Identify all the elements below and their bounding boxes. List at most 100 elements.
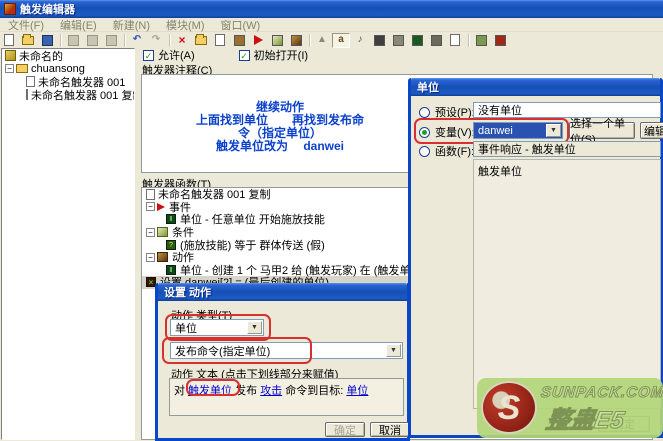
ai-editor-icon (412, 35, 423, 46)
action-text-box: 对 触发单位 发布 攻击 命令到目标: 单位 (169, 378, 404, 416)
function-description-box: 触发单位 (473, 159, 661, 409)
action-dialog-title: 设置 动作 (164, 284, 211, 300)
folder-icon (16, 64, 28, 73)
object-manager-icon (431, 35, 442, 46)
toolbar-separator (306, 33, 313, 48)
unit-event-icon: Ⅱ (166, 214, 176, 224)
close-editor-button[interactable] (491, 33, 509, 48)
trigger-page-icon (26, 89, 28, 100)
select-unit-button[interactable]: 选择一个单位(S) (569, 122, 635, 139)
trigger-options-row: ✓ 允许(A) ✓ 初始打开(I) (143, 49, 308, 61)
campaign-editor-button[interactable] (389, 33, 407, 48)
trigger-page-icon (146, 189, 155, 200)
new-category-button[interactable] (192, 33, 210, 48)
variable-value: danwei (478, 125, 513, 137)
object-editor-button[interactable] (370, 33, 388, 48)
cancel-button[interactable]: 取消 (370, 422, 410, 437)
trigger-label: 未命名触发器 001 复制 (31, 87, 135, 103)
delete-button[interactable]: × (173, 33, 191, 48)
copy-button[interactable] (83, 33, 101, 48)
preset-label: 预设(P): (435, 104, 475, 120)
preset-radio[interactable] (419, 107, 430, 118)
red-x-icon: × (178, 35, 185, 45)
variable-combobox[interactable]: danwei ▼ (473, 122, 563, 139)
ok-button[interactable]: 确定 (325, 422, 365, 437)
save-button[interactable] (38, 33, 56, 48)
trigger-tree-panel: 未命名的 − chuansong 未命名触发器 001 未命名触发器 001 复… (1, 48, 135, 440)
tree-root-map[interactable]: 未命名的 (2, 49, 134, 62)
menu-edit[interactable]: 编辑(E) (52, 17, 105, 33)
object-editor-icon (374, 35, 385, 46)
edit-variable-button[interactable]: 编辑变量 (640, 122, 663, 139)
action-text-prefix: 对 (174, 385, 188, 397)
action-type-combobox[interactable]: 单位 ▼ (170, 319, 264, 336)
preset-row: 预设(P): (419, 104, 475, 120)
undo-button[interactable]: ↶ (128, 33, 146, 48)
initially-on-checkbox[interactable]: ✓ (239, 50, 250, 61)
trigger-editor-window: 触发编辑器 文件(F) 编辑(E) 新建(N) 模块(M) 窗口(W) ↶ ↷ … (0, 0, 663, 441)
collapse-icon[interactable]: − (146, 228, 155, 237)
chevron-down-icon[interactable]: ▼ (546, 124, 561, 137)
undo-icon: ↶ (133, 35, 141, 45)
menu-module[interactable]: 模块(M) (158, 17, 213, 33)
attack-order-link[interactable]: 攻击 (260, 385, 282, 397)
import-manager-button[interactable] (446, 33, 464, 48)
terrain-triangle-icon: ▲ (317, 35, 327, 45)
chevron-down-icon[interactable]: ▼ (247, 321, 262, 334)
variable-radio[interactable] (419, 127, 430, 138)
action-type-value: 单位 (175, 320, 197, 336)
ai-editor-button[interactable] (408, 33, 426, 48)
menu-window[interactable]: 窗口(W) (213, 17, 269, 33)
configure-action-dialog: 设置 动作 动作 类型(T) 单位 ▼ 发布命令(指定单位) ▼ 动作 文本 (… (155, 283, 410, 441)
trigger-editor-button[interactable]: a (332, 33, 350, 48)
new-comment-button[interactable] (230, 33, 248, 48)
action-subtype-combobox[interactable]: 发布命令(指定单位) ▼ (170, 342, 403, 359)
condition-item-text: (施放技能) 等于 群体传送 (假) (180, 237, 325, 253)
triggering-unit-link[interactable]: 触发单位 (188, 385, 232, 397)
open-button[interactable] (19, 33, 37, 48)
unit-dialog-titlebar[interactable]: 单位 (411, 78, 660, 96)
toolbar-separator (465, 33, 472, 48)
enabled-checkbox[interactable]: ✓ (143, 50, 154, 61)
cut-button[interactable] (64, 33, 82, 48)
copy-icon (87, 35, 98, 46)
function-description: 触发单位 (478, 166, 522, 178)
watermark: S SUNPACK.COM 整蛊E5 (477, 378, 663, 438)
function-label: 函数(F): (435, 143, 474, 159)
import-manager-icon (450, 34, 460, 46)
paste-button[interactable] (102, 33, 120, 48)
collapse-icon[interactable]: − (146, 253, 155, 262)
watermark-brand-text: 整蛊E5 (544, 400, 628, 435)
initially-on-label: 初始打开(I) (254, 47, 308, 63)
watermark-site-text: SUNPACK.COM (540, 384, 663, 401)
tree-trigger-row[interactable]: 未命名触发器 001 复制 (2, 88, 134, 101)
menu-new[interactable]: 新建(N) (105, 17, 158, 33)
comment-text: 继续动作 上面找到单位 再找到发布命 令（指定单位） 触发单位改为 danwei (150, 101, 410, 153)
new-action-button[interactable] (287, 33, 305, 48)
menu-bar: 文件(F) 编辑(E) 新建(N) 模块(M) 窗口(W) (0, 18, 663, 32)
new-condition-button[interactable] (268, 33, 286, 48)
terrain-editor-button[interactable]: ▲ (313, 33, 331, 48)
sound-editor-button[interactable]: ♪ (351, 33, 369, 48)
new-event-button[interactable] (249, 33, 267, 48)
target-unit-link[interactable]: 单位 (346, 385, 368, 397)
action-dialog-titlebar[interactable]: 设置 动作 (158, 283, 407, 301)
function-radio[interactable] (419, 146, 430, 157)
action-text-mid: 发布 (232, 385, 260, 397)
test-map-button[interactable] (472, 33, 490, 48)
function-field[interactable]: 事件响应 - 触发单位 (473, 141, 661, 157)
new-trigger-button[interactable] (211, 33, 229, 48)
new-map-button[interactable] (0, 33, 18, 48)
paste-icon (106, 35, 117, 46)
collapse-icon[interactable]: − (146, 202, 155, 211)
collapse-icon[interactable]: − (5, 64, 14, 73)
menu-file[interactable]: 文件(F) (0, 17, 52, 33)
redo-button[interactable]: ↷ (147, 33, 165, 48)
chevron-down-icon[interactable]: ▼ (386, 344, 401, 357)
exit-icon (495, 35, 506, 46)
action-subtype-value: 发布命令(指定单位) (175, 343, 270, 359)
boolean-condition-icon: ? (166, 240, 176, 250)
unit-dialog-title: 单位 (417, 79, 439, 95)
window-titlebar[interactable]: 触发编辑器 (0, 0, 663, 18)
object-manager-button[interactable] (427, 33, 445, 48)
